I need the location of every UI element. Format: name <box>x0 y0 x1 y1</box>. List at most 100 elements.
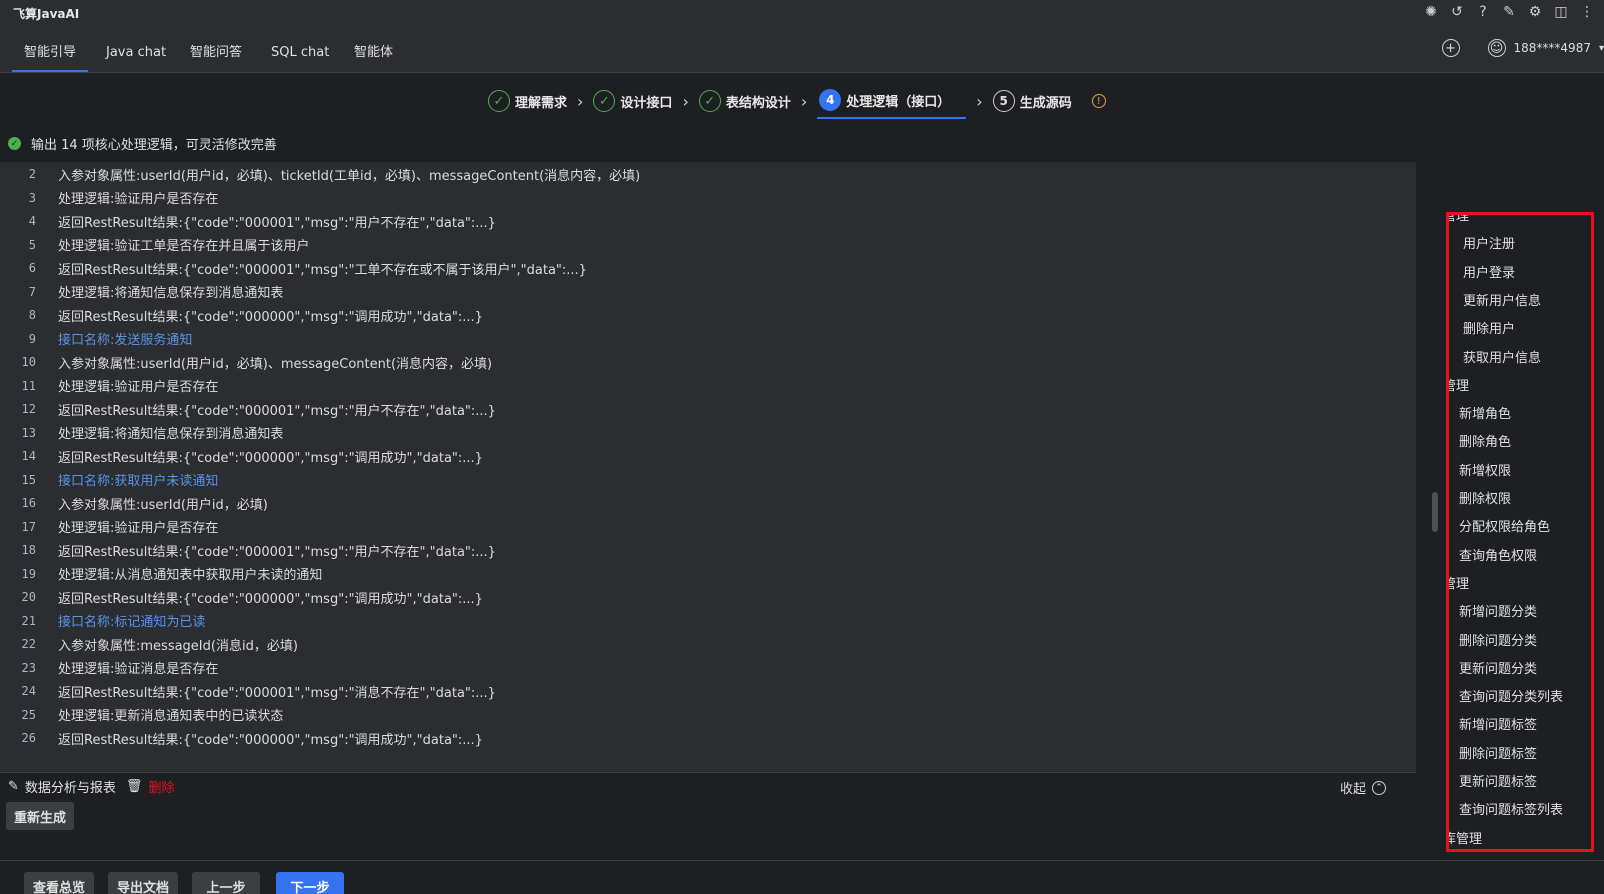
outline-item[interactable]: 删除角色 <box>1459 431 1511 450</box>
outline-item[interactable]: 删除问题分类 <box>1459 630 1537 649</box>
code-text: 入参对象属性:userId(用户id，必填)、messageContent(消息… <box>58 356 493 372</box>
outline-item[interactable]: 更新用户信息 <box>1463 290 1541 309</box>
code-line[interactable]: 16 入参对象属性:userId(用户id，必填) <box>0 491 1416 515</box>
window-icon[interactable]: ◫ <box>1552 3 1570 21</box>
interface-name-link[interactable]: 接口名称:标记通知为已读 <box>58 611 205 630</box>
outline-item[interactable]: 新增问题分类 <box>1459 601 1537 620</box>
tab-agent[interactable]: 智能体 <box>342 26 405 72</box>
line-number: 14 <box>21 449 36 463</box>
step-4[interactable]: 4 处理逻辑（接口） <box>817 83 967 119</box>
line-number: 24 <box>21 684 36 698</box>
outline-item[interactable]: 分配权限给角色 <box>1459 516 1550 535</box>
history-icon[interactable]: ↺ <box>1448 3 1466 21</box>
outline-item[interactable]: 查询问题标签列表 <box>1459 799 1563 818</box>
tab-qa[interactable]: 智能问答 <box>178 26 254 72</box>
code-line[interactable]: 18 返回RestResult结果:{"code":"000001","msg":… <box>0 538 1416 562</box>
code-line[interactable]: 15 接口名称:获取用户未读通知 <box>0 468 1416 492</box>
outline-item[interactable]: 用户登录 <box>1463 262 1515 281</box>
outline-item[interactable]: 新增权限 <box>1459 460 1511 479</box>
outline-item[interactable]: 删除问题标签 <box>1459 743 1537 762</box>
ai-icon[interactable]: ✺ <box>1422 3 1440 21</box>
code-line[interactable]: 14 返回RestResult结果:{"code":"000000","msg":… <box>0 444 1416 468</box>
code-text: 入参对象属性:messageId(消息id，必填) <box>58 638 298 654</box>
delete-button[interactable]: 🗑 删除 <box>126 777 175 796</box>
code-text: 返回RestResult结果:{"code":"000000","msg":"调… <box>58 591 483 607</box>
outline-group[interactable]: 用户管理 <box>1449 215 1469 224</box>
user-icon[interactable]: ☺ <box>1487 39 1506 57</box>
code-line[interactable]: 12 返回RestResult结果:{"code":"000001","msg":… <box>0 397 1416 421</box>
code-line[interactable]: 20 返回RestResult结果:{"code":"000000","msg":… <box>0 585 1416 609</box>
step-5[interactable]: 5 生成源码 <box>992 83 1072 119</box>
chevron-down-icon[interactable]: ▾ <box>1599 43 1604 54</box>
code-line[interactable]: 7 处理逻辑:将通知信息保存到消息通知表 <box>0 280 1416 304</box>
tab-sql-chat[interactable]: SQL chat <box>259 26 341 72</box>
logic-editor[interactable]: 2 入参对象属性:userId(用户id，必填)、ticketId(工单id，必填… <box>0 162 1416 772</box>
next-button[interactable]: 下一步 <box>276 872 344 894</box>
code-line[interactable]: 19 处理逻辑:从消息通知表中获取用户未读的通知 <box>0 562 1416 586</box>
step-wizard: ✓ 理解需求 › ✓ 设计接口 › ✓ 表结构设计 › 4 处理逻辑（接口） ›… <box>488 82 1106 120</box>
code-line[interactable]: 10 入参对象属性:userId(用户id，必填)、messageContent(… <box>0 350 1416 374</box>
outline-item[interactable]: 查询问题分类列表 <box>1459 686 1563 705</box>
line-number: 2 <box>28 167 36 181</box>
interface-name-link[interactable]: 接口名称:获取用户未读通知 <box>58 470 218 489</box>
overview-button[interactable]: 查看总览 <box>24 872 94 894</box>
add-icon[interactable]: + <box>1441 39 1460 57</box>
code-line[interactable]: 6 返回RestResult结果:{"code":"000001","msg":"… <box>0 256 1416 280</box>
more-icon[interactable]: ⋮ <box>1578 3 1596 21</box>
outline-item[interactable]: 更新问题分类 <box>1459 658 1537 677</box>
code-line[interactable]: 2 入参对象属性:userId(用户id，必填)、ticketId(工单id，必填… <box>0 162 1416 186</box>
collapse-button[interactable]: 收起 ⌃ <box>1340 778 1386 797</box>
code-line[interactable]: 24 返回RestResult结果:{"code":"000001","msg":… <box>0 679 1416 703</box>
prev-button[interactable]: 上一步 <box>192 872 260 894</box>
outline-item[interactable]: 删除用户 <box>1463 318 1515 337</box>
outline-item[interactable]: 获取用户信息 <box>1463 347 1541 366</box>
code-line[interactable]: 22 入参对象属性:messageId(消息id，必填) <box>0 632 1416 656</box>
line-number: 8 <box>28 308 36 322</box>
outline-group[interactable]: 权限管理 <box>1449 375 1469 394</box>
code-line[interactable]: 26 返回RestResult结果:{"code":"000000","msg":… <box>0 726 1416 750</box>
code-text: 返回RestResult结果:{"code":"000001","msg":"工… <box>58 262 587 278</box>
step-2[interactable]: ✓ 设计接口 <box>593 83 672 119</box>
code-text: 返回RestResult结果:{"code":"000000","msg":"调… <box>58 732 483 748</box>
tab-guide[interactable]: 智能引导 <box>12 26 89 72</box>
user-phone[interactable]: 188****4987 <box>1514 41 1591 55</box>
regenerate-button[interactable]: 重新生成 <box>6 802 74 830</box>
code-text: 处理逻辑:验证用户是否存在 <box>58 521 219 536</box>
line-number: 17 <box>21 519 36 534</box>
outline-item[interactable]: 更新问题标签 <box>1459 771 1537 790</box>
step-1[interactable]: ✓ 理解需求 <box>488 83 567 119</box>
code-text: 处理逻辑:验证用户是否存在 <box>58 380 219 395</box>
code-line[interactable]: 3 处理逻辑:验证用户是否存在 <box>0 186 1416 210</box>
code-text: 返回RestResult结果:{"code":"000001","msg":"消… <box>58 685 496 701</box>
outline-group[interactable]: 问题管理 <box>1449 573 1469 592</box>
tab-java-chat[interactable]: Java chat <box>94 26 178 72</box>
scrollbar[interactable] <box>1432 492 1438 532</box>
code-line[interactable]: 11 处理逻辑:验证用户是否存在 <box>0 374 1416 398</box>
code-line[interactable]: 17 处理逻辑:验证用户是否存在 <box>0 515 1416 539</box>
code-line[interactable]: 8 返回RestResult结果:{"code":"000000","msg":"… <box>0 303 1416 327</box>
outline-item[interactable]: 新增角色 <box>1459 403 1511 422</box>
info-icon[interactable]: ! <box>1091 94 1106 108</box>
edit-icon[interactable]: ✎ <box>1500 3 1518 21</box>
chevron-right-icon: › <box>682 91 689 111</box>
export-button[interactable]: 导出文档 <box>108 872 178 894</box>
code-line[interactable]: 9 接口名称:发送服务通知 <box>0 327 1416 351</box>
code-text: 处理逻辑:将通知信息保存到消息通知表 <box>58 286 284 301</box>
help-icon[interactable]: ? <box>1474 3 1492 21</box>
outline-item[interactable]: 删除权限 <box>1459 488 1511 507</box>
interface-name-link[interactable]: 接口名称:发送服务通知 <box>58 329 192 348</box>
outline-item[interactable]: 新增问题标签 <box>1459 714 1537 733</box>
step-3[interactable]: ✓ 表结构设计 <box>698 83 791 119</box>
code-line[interactable]: 25 处理逻辑:更新消息通知表中的已读状态 <box>0 703 1416 727</box>
chevron-right-icon: › <box>800 91 808 111</box>
code-line[interactable]: 21 接口名称:标记通知为已读 <box>0 609 1416 633</box>
outline-item[interactable]: 查询角色权限 <box>1459 545 1537 564</box>
code-line[interactable]: 5 处理逻辑:验证工单是否存在并且属于该用户 <box>0 233 1416 257</box>
settings-icon[interactable]: ⚙ <box>1526 3 1544 21</box>
outline-item[interactable]: 用户注册 <box>1463 233 1515 252</box>
line-number: 22 <box>21 637 36 651</box>
code-line[interactable]: 23 处理逻辑:验证消息是否存在 <box>0 656 1416 680</box>
code-line[interactable]: 4 返回RestResult结果:{"code":"000001","msg":"… <box>0 209 1416 233</box>
outline-group[interactable]: 知识库管理 <box>1449 828 1482 847</box>
code-line[interactable]: 13 处理逻辑:将通知信息保存到消息通知表 <box>0 421 1416 445</box>
